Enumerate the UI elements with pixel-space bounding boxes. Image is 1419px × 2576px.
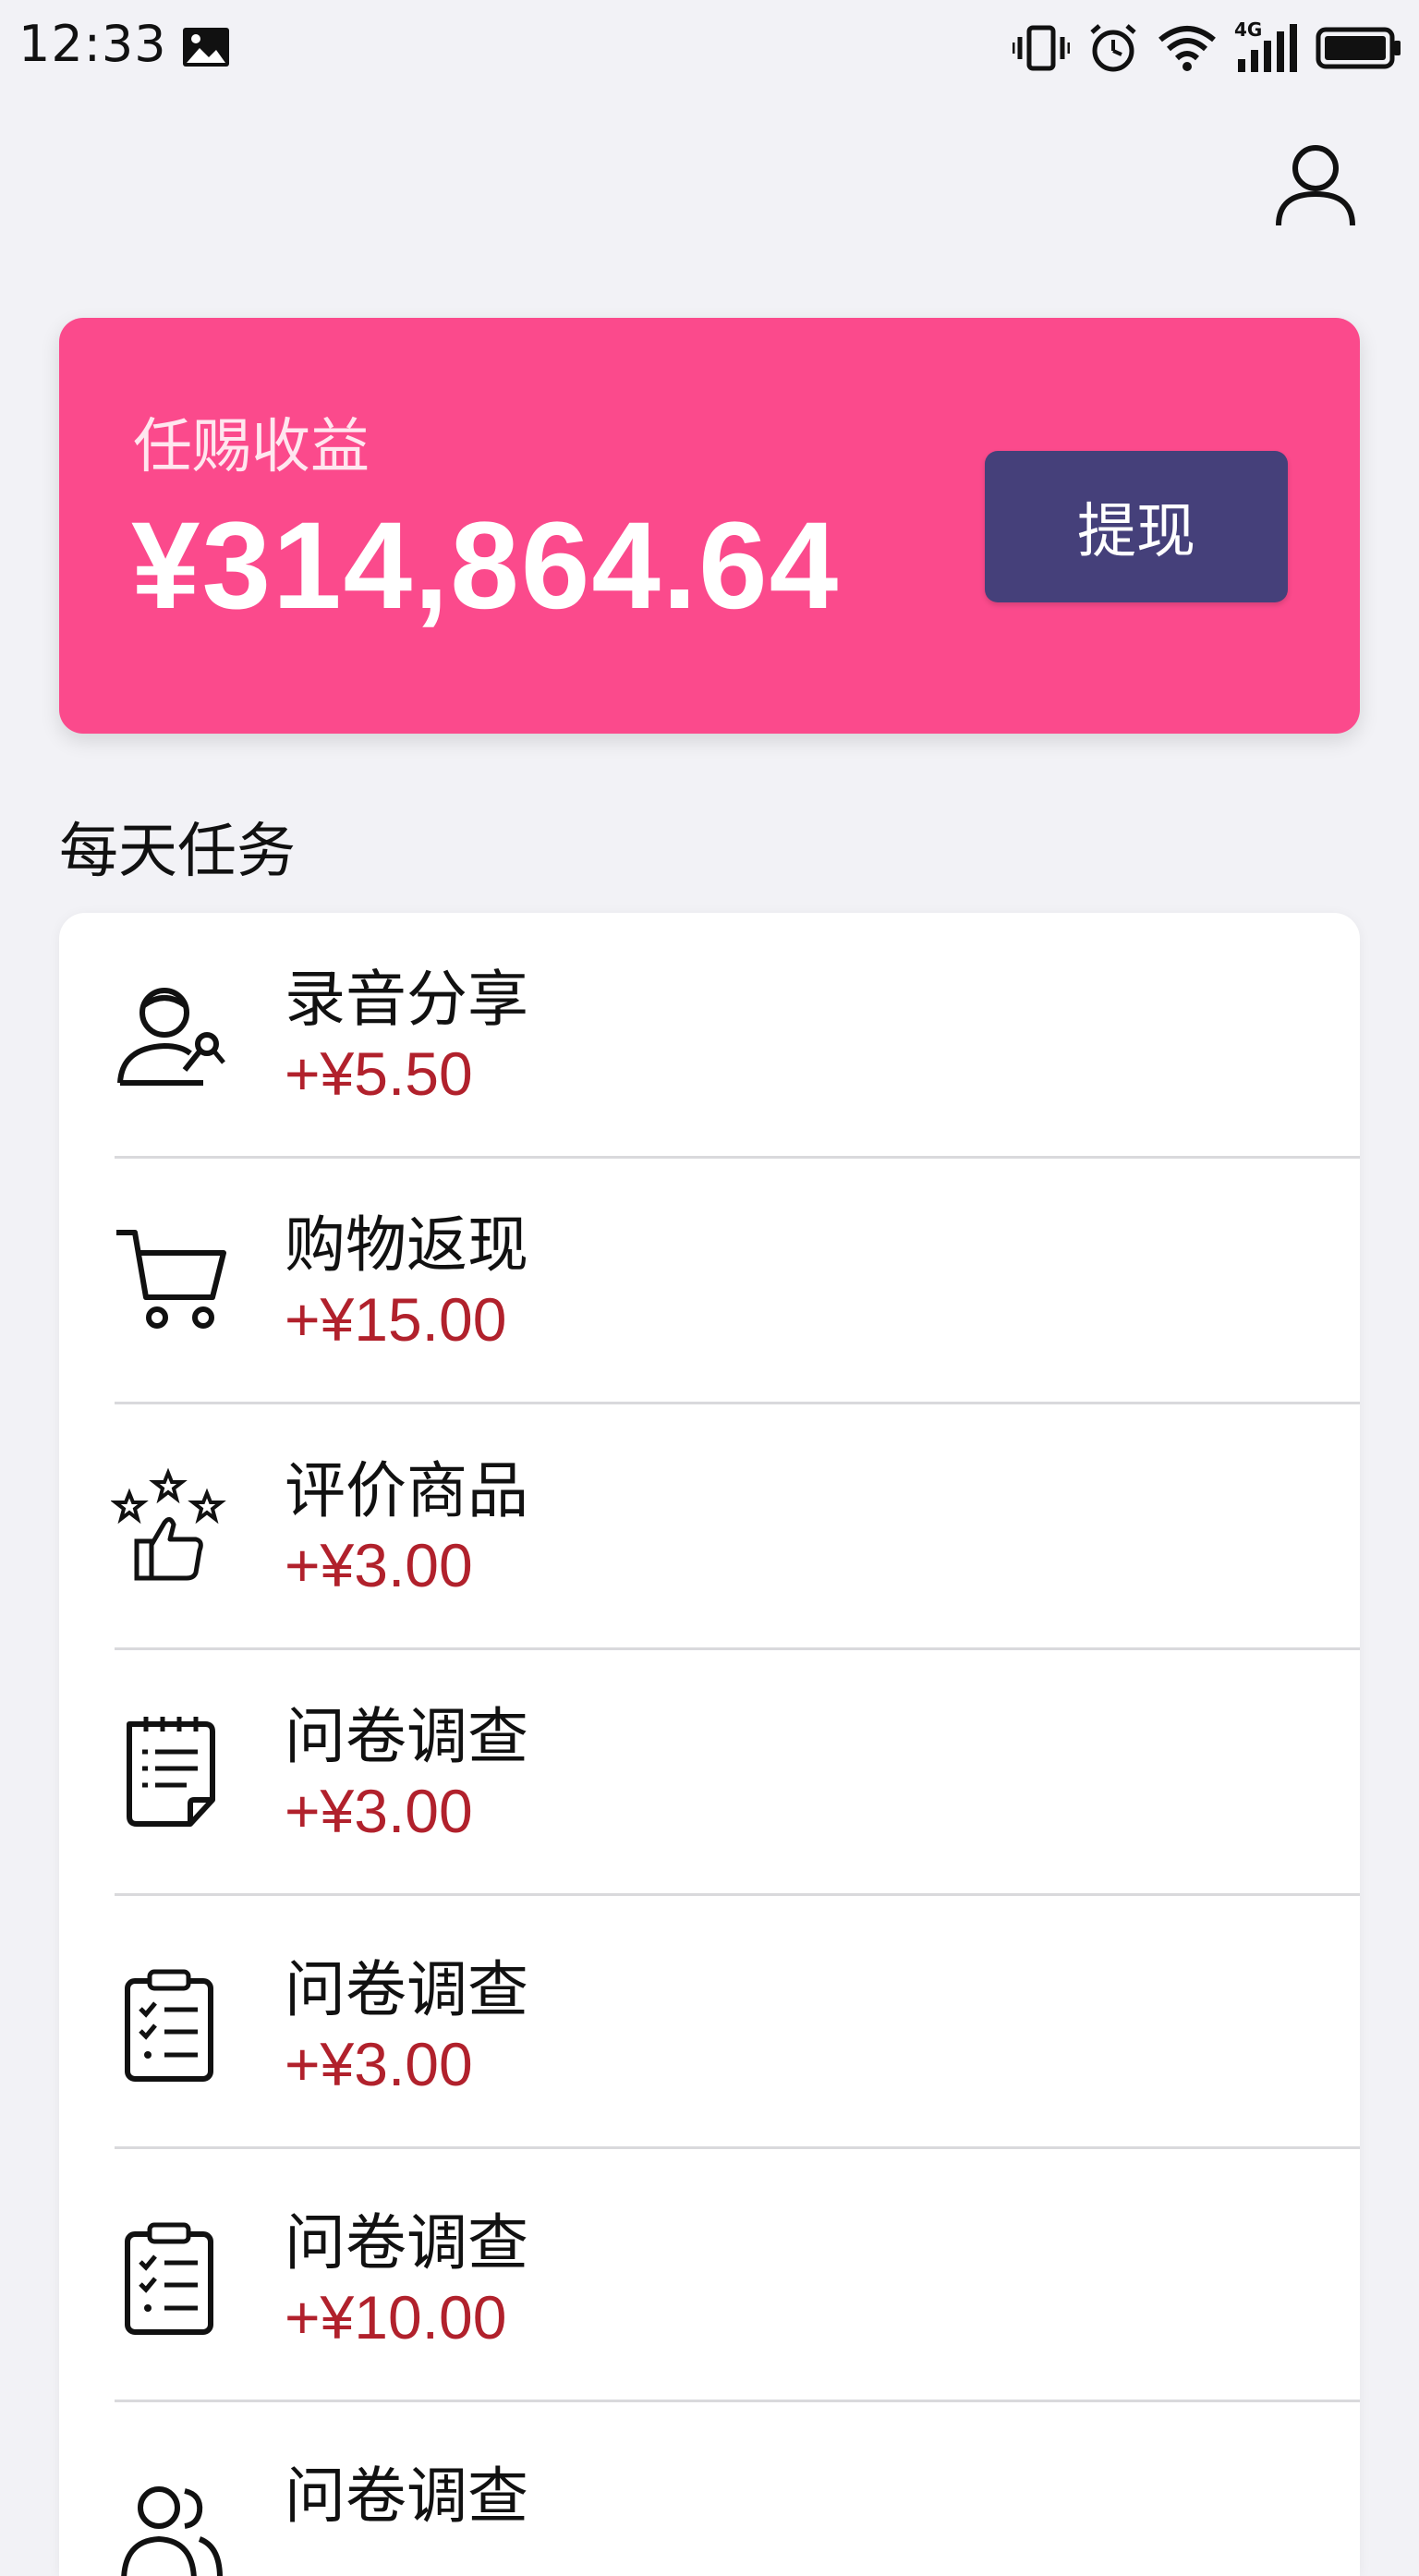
- task-title: 录音分享: [285, 964, 528, 1035]
- divider: [115, 2400, 1360, 2402]
- task-item-shopping-cashback[interactable]: 购物返现 +¥15.00: [59, 1159, 1360, 1404]
- divider: [115, 2146, 1360, 2149]
- alarm-icon: [1090, 24, 1136, 72]
- divider: [115, 1893, 1360, 1896]
- earnings-amount: ¥314,864.64: [131, 497, 841, 635]
- task-title: 问卷调查: [285, 1701, 528, 1772]
- task-title: 评价商品: [285, 1455, 528, 1526]
- task-item-survey[interactable]: 问卷调查 +¥3.00: [59, 1903, 1360, 2149]
- task-title: 问卷调查: [285, 1954, 528, 2025]
- person-microphone-icon: [117, 988, 225, 1086]
- earnings-label: 任赐收益: [133, 413, 370, 481]
- profile-icon[interactable]: [1273, 140, 1358, 229]
- signal-bars-icon: [1238, 24, 1297, 72]
- task-item-review-products[interactable]: 评价商品 +¥3.00: [59, 1404, 1360, 1650]
- task-title: 问卷调查: [285, 2461, 528, 2532]
- vibrate-icon: [1013, 25, 1070, 71]
- task-item-survey[interactable]: 问卷调查 +¥10.00: [59, 2157, 1360, 2402]
- users-icon: [121, 2486, 223, 2576]
- wifi-icon: [1158, 26, 1216, 71]
- daily-tasks-heading: 每天任务: [59, 818, 296, 886]
- status-bar: 12:33 4G: [0, 0, 1419, 96]
- task-reward: +¥15.00: [285, 1285, 507, 1354]
- earnings-card: 任赐收益 ¥314,864.64 提现: [59, 318, 1360, 734]
- task-title: 购物返现: [285, 1209, 528, 1281]
- thumbs-up-stars-icon: [111, 1467, 226, 1581]
- battery-icon: [1316, 27, 1401, 69]
- task-reward: +¥5.50: [285, 1039, 473, 1108]
- task-item-survey[interactable]: 问卷调查 +¥3.00: [59, 1650, 1360, 1896]
- clipboard-checklist-icon: [125, 1969, 213, 2082]
- withdraw-button[interactable]: 提现: [985, 451, 1288, 602]
- status-time: 12:33: [18, 15, 167, 73]
- shopping-cart-icon: [116, 1230, 226, 1329]
- task-item-survey[interactable]: 问卷调查: [59, 2410, 1360, 2576]
- notepad-icon: [127, 1717, 215, 1827]
- clipboard-checklist-icon: [125, 2222, 213, 2335]
- image-notification-icon: [183, 28, 229, 67]
- task-reward: +¥3.00: [285, 1531, 473, 1599]
- task-reward: +¥10.00: [285, 2283, 507, 2351]
- cellular-signal: 4G: [1234, 18, 1299, 74]
- task-reward: +¥3.00: [285, 1777, 473, 1845]
- task-list: 录音分享 +¥5.50 购物返现 +¥15.00 评价商品 +¥3.00 问卷调…: [59, 913, 1360, 2576]
- task-item-recording-share[interactable]: 录音分享 +¥5.50: [59, 913, 1360, 1159]
- task-reward: +¥3.00: [285, 2030, 473, 2098]
- task-title: 问卷调查: [285, 2207, 528, 2278]
